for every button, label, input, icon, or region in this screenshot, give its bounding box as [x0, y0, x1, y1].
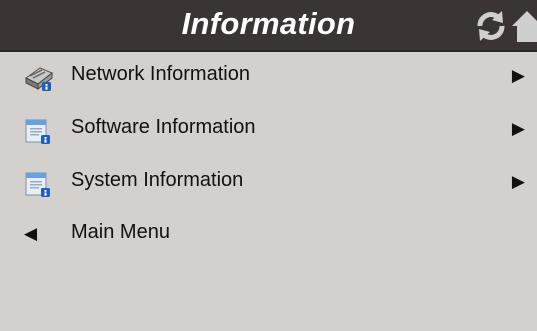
refresh-icon[interactable] — [473, 8, 509, 44]
menu-item-label: Software Information — [71, 116, 256, 138]
chevron-right-icon: ▶ — [511, 66, 525, 85]
network-info-icon — [22, 64, 54, 92]
title-bar: Information — [0, 0, 537, 52]
software-info-icon — [22, 117, 54, 145]
menu-item-network-information[interactable]: Network Information ▶ — [0, 52, 537, 102]
menu-item-label: Network Information — [71, 63, 250, 85]
chevron-right-icon: ▶ — [511, 119, 525, 138]
chevron-right-icon: ▶ — [511, 172, 525, 191]
menu-item-label: Main Menu — [71, 221, 170, 243]
page-title: Information — [181, 6, 356, 41]
chevron-left-icon: ◀ — [24, 224, 38, 243]
menu-item-main-menu[interactable]: ◀ Main Menu — [0, 210, 537, 260]
home-icon[interactable] — [511, 8, 537, 44]
system-info-icon — [22, 170, 54, 198]
menu-item-system-information[interactable]: System Information ▶ — [0, 158, 537, 208]
menu-item-label: System Information — [71, 169, 244, 191]
menu-item-software-information[interactable]: Software Information ▶ — [0, 105, 537, 155]
